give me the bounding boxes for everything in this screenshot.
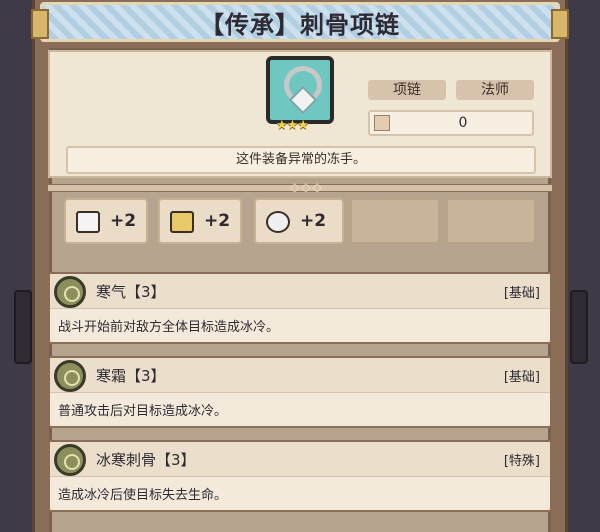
skill-description: 普通攻击后对目标造成冰冷。: [58, 404, 228, 419]
background-handle: [570, 290, 588, 364]
item-title: 【传承】刺骨项链: [200, 10, 400, 39]
gear-slot-book[interactable]: +2: [64, 198, 148, 244]
skill-name: 寒气【3】: [96, 283, 166, 301]
item-description: 这件装备异常的冻手。: [66, 146, 536, 174]
background-right: [566, 0, 600, 532]
title-bar: 【传承】刺骨项链: [31, 2, 569, 42]
skill-type: [基础]: [503, 286, 540, 301]
star-rating: ★★★: [276, 118, 309, 133]
gear-slot-scroll[interactable]: +2: [158, 198, 242, 244]
skill-emblem-icon: [54, 276, 86, 308]
skill-emblem-icon: [54, 444, 86, 476]
slot-icon: [374, 115, 390, 131]
skill-emblem-icon: [54, 360, 86, 392]
gear-value: +2: [300, 211, 327, 231]
title-cap-left: [31, 9, 49, 39]
necklace-icon[interactable]: [266, 56, 334, 124]
tag-necklace: 项链: [368, 80, 446, 100]
tag-mage: 法师: [456, 80, 534, 100]
skill-header: 冰寒刺骨【3】 [特殊]: [50, 442, 550, 477]
skill-type: [特殊]: [503, 454, 540, 469]
skill-card[interactable]: 寒霜【3】 [基础] 普通攻击后对目标造成冰冷。: [48, 356, 552, 428]
background-left: [0, 0, 34, 532]
gear-value: +2: [110, 211, 137, 231]
skill-card[interactable]: 冰寒刺骨【3】 [特殊] 造成冰冷后使目标失去生命。: [48, 440, 552, 512]
gear-slot-empty[interactable]: [350, 198, 440, 244]
skill-name: 冰寒刺骨【3】: [96, 451, 196, 469]
stat-value: 0: [458, 115, 468, 131]
stat-row: 0: [368, 110, 534, 136]
background-handle: [14, 290, 32, 364]
skill-header: 寒霜【3】 [基础]: [50, 358, 550, 393]
scroll-icon: [170, 211, 194, 233]
gear-slot-rock[interactable]: +2: [254, 198, 344, 244]
gear-value: +2: [204, 211, 231, 231]
skill-header: 寒气【3】 [基础]: [50, 274, 550, 309]
skill-name: 寒霜【3】: [96, 367, 166, 385]
gear-slots: +2 +2 +2: [64, 198, 540, 246]
item-header: ★★★ 项链 法师 0 这件装备异常的冻手。: [48, 50, 552, 178]
skill-description: 战斗开始前对敌方全体目标造成冰冷。: [58, 320, 280, 335]
skill-type: [基础]: [503, 370, 540, 385]
title-cap-right: [551, 9, 569, 39]
divider-ornament: ◇◇◇: [290, 180, 324, 194]
rock-icon: [266, 211, 290, 233]
skill-card[interactable]: 寒气【3】 [基础] 战斗开始前对敌方全体目标造成冰冷。: [48, 272, 552, 344]
book-icon: [76, 211, 100, 233]
skill-description: 造成冰冷后使目标失去生命。: [58, 488, 228, 503]
gear-slot-empty[interactable]: [446, 198, 536, 244]
